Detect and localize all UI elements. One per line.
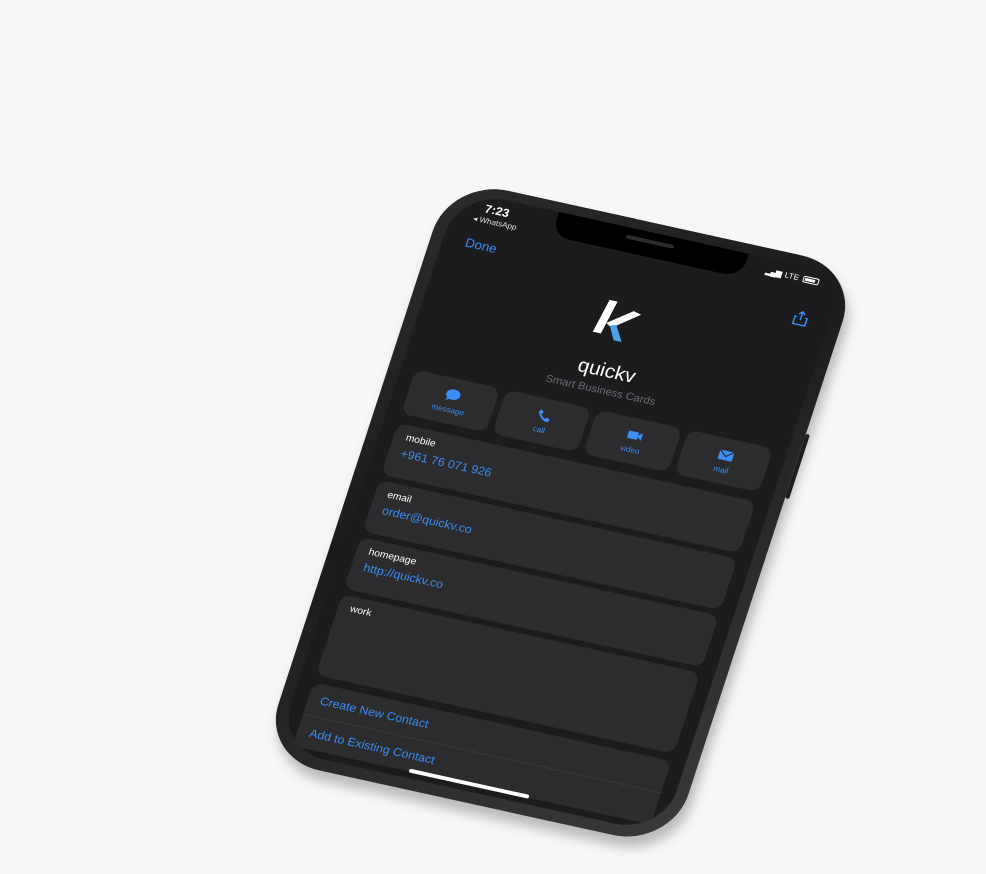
phone-body: 7:23 ◂ WhatsApp ▂▄▆ LTE Done quickv Smar…: [261, 178, 860, 848]
call-label: call: [531, 423, 547, 435]
screen: 7:23 ◂ WhatsApp ▂▄▆ LTE Done quickv Smar…: [276, 189, 846, 835]
message-label: message: [430, 401, 466, 417]
message-icon: [444, 388, 461, 400]
network-label: LTE: [783, 270, 801, 283]
phone-icon: [538, 408, 550, 422]
done-button[interactable]: Done: [463, 235, 499, 256]
message-button[interactable]: message: [401, 369, 501, 433]
status-bar: 7:23 ◂ WhatsApp ▂▄▆ LTE: [449, 190, 845, 306]
video-icon: [626, 430, 643, 441]
status-indicators: ▂▄▆ LTE: [765, 267, 821, 287]
mail-label: mail: [712, 463, 730, 476]
video-label: video: [619, 443, 641, 456]
notch: [551, 211, 749, 278]
mail-button[interactable]: mail: [674, 429, 774, 493]
video-button[interactable]: video: [583, 409, 683, 473]
quickv-logo: [592, 299, 642, 342]
earpiece: [625, 234, 675, 249]
phone-mockup: 7:23 ◂ WhatsApp ▂▄▆ LTE Done quickv Smar…: [261, 178, 970, 848]
mail-icon: [717, 448, 735, 462]
call-button[interactable]: call: [492, 389, 592, 453]
signal-icon: ▂▄▆: [764, 266, 783, 279]
battery-icon: [801, 275, 820, 286]
share-icon[interactable]: [790, 309, 811, 327]
